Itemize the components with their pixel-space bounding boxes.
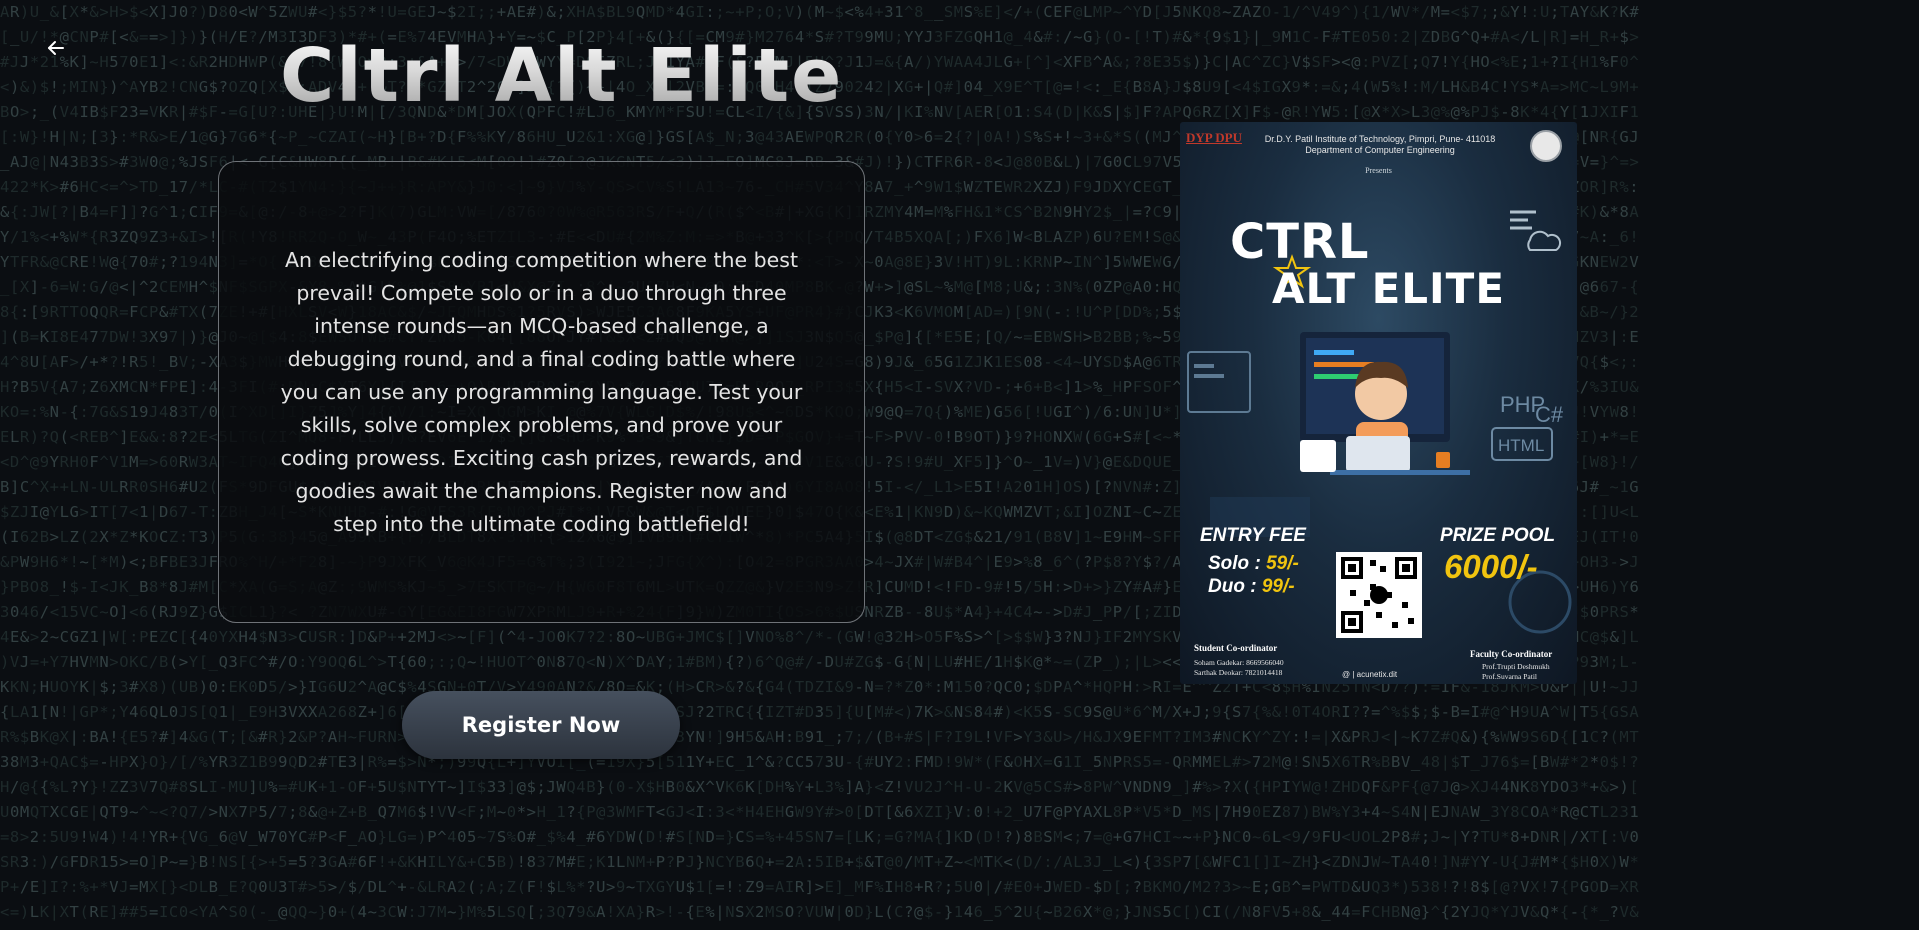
arrow-left-icon[interactable]	[44, 36, 68, 60]
faculty-coordinator-2: Prof.Suvarna Patil	[1482, 672, 1537, 681]
club-badge-icon	[1530, 130, 1562, 162]
entry-fee-heading: ENTRY FEE	[1200, 525, 1306, 546]
poster-institute: Dr.D.Y. Patil Institute of Technology, P…	[1242, 134, 1518, 156]
student-coordinator-heading: Student Co-ordinator	[1194, 643, 1278, 653]
poster-logo: DYP DPU	[1186, 130, 1242, 145]
register-button[interactable]: Register Now	[402, 691, 680, 759]
event-poster: PHP HTML C# DYP DPU Dr.D.Y. Patil Instit…	[1180, 122, 1577, 684]
poster-title-line1: CTRL	[1230, 214, 1370, 270]
duo-fee: Duo : 99/-	[1208, 576, 1295, 598]
svg-text:C#: C#	[1535, 402, 1564, 427]
poster-presents: Presents	[1365, 166, 1392, 175]
svg-text:HTML: HTML	[1498, 436, 1544, 455]
solo-value: 59/-	[1266, 553, 1299, 574]
social-handle: @ | acunetix.dit	[1342, 670, 1398, 679]
prize-pool-value: 6000/-	[1444, 548, 1538, 585]
student-coordinator-1: Soham Gadekar: 8669566040	[1194, 658, 1284, 667]
solo-label: Solo :	[1208, 553, 1267, 574]
duo-value: 99/-	[1261, 576, 1295, 597]
solo-fee: Solo : 59/-	[1208, 553, 1299, 575]
department-name: Department of Computer Engineering	[1305, 145, 1455, 155]
poster-title-line2: ALT ELITE	[1272, 264, 1506, 313]
faculty-coordinator-1: Prof.Trupti Deshmukh	[1482, 662, 1550, 671]
faculty-coordinator-heading: Faculty Co-ordinator	[1470, 649, 1553, 659]
poster-illustration: PHP HTML C#	[1187, 210, 1572, 638]
description-card: An electrifying coding competition where…	[218, 161, 865, 623]
page-title: Cltrl Alt Elite	[280, 30, 843, 122]
duo-label: Duo :	[1208, 576, 1262, 597]
prize-pool-heading: PRIZE POOL	[1440, 525, 1556, 546]
event-description: An electrifying coding competition where…	[280, 247, 803, 536]
institute-name: Dr.D.Y. Patil Institute of Technology, P…	[1264, 134, 1496, 144]
student-coordinator-2: Sarthak Deokar: 7821014418	[1194, 668, 1283, 677]
